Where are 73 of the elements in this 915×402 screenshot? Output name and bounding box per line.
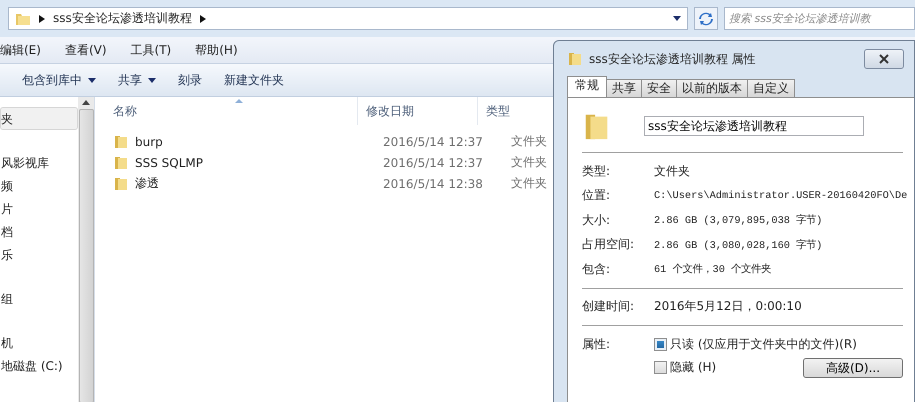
file-date: 2016/5/14 12:37	[382, 134, 484, 148]
column-header[interactable]: 名称	[95, 97, 357, 125]
nav-item[interactable]: 频	[0, 174, 78, 197]
chevron-icon[interactable]	[39, 14, 45, 22]
refresh-button[interactable]	[694, 7, 718, 30]
menu-item[interactable]: 编辑(E)	[0, 42, 41, 58]
property-value: 文件夹	[654, 162, 690, 180]
column-header[interactable]: 类型	[477, 97, 537, 125]
toolbar-button[interactable]: 包含到库中	[22, 70, 96, 90]
property-label: 创建时间:	[582, 298, 636, 316]
property-value: C:\Users\Administrator.USER-20160420FO\De	[654, 190, 908, 202]
tab[interactable]: 共享	[606, 79, 642, 97]
menu-item[interactable]: 帮助(H)	[195, 42, 238, 58]
chevron-icon[interactable]	[200, 14, 206, 22]
property-label: 包含:	[582, 260, 612, 278]
folder-icon	[113, 134, 129, 150]
nav-item[interactable]: 地磁盘 (C:)	[0, 354, 78, 377]
folder-icon	[113, 176, 129, 192]
close-button[interactable]	[864, 49, 904, 69]
file-date: 2016/5/14 12:38	[382, 176, 484, 190]
nav-item[interactable]: 片	[0, 197, 78, 220]
nav-item[interactable]: 组	[0, 287, 78, 310]
nav-item[interactable]: 机	[0, 331, 78, 354]
dialog-title: sss安全论坛渗透培训教程 属性	[589, 50, 756, 68]
file-type: 文件夹	[510, 133, 548, 150]
dropdown-icon[interactable]	[673, 16, 681, 21]
nav-item[interactable]: 夹	[0, 107, 78, 130]
property-label: 位置:	[582, 187, 612, 204]
close-icon[interactable]	[879, 54, 889, 64]
refresh-icon[interactable]	[698, 10, 714, 26]
property-label: 属性:	[582, 336, 612, 353]
folder-icon	[567, 51, 583, 67]
breadcrumb-item[interactable]: sss安全论坛渗透培训教程	[53, 10, 192, 27]
tab[interactable]: 常规	[567, 76, 607, 97]
tab[interactable]: 安全	[641, 79, 677, 97]
caret-icon[interactable]	[88, 78, 96, 82]
toolbar-button[interactable]: 刻录	[178, 70, 202, 90]
file-name: 渗透	[135, 175, 159, 192]
sort-icon	[235, 99, 243, 103]
tab[interactable]: 自定义	[747, 79, 795, 97]
address-bar[interactable]: sss安全论坛渗透培训教程	[8, 7, 688, 30]
nav-item[interactable]: 乐	[0, 243, 78, 266]
tab[interactable]: 以前的版本	[676, 79, 748, 97]
property-label: 大小:	[582, 212, 612, 229]
property-label: 类型:	[582, 162, 612, 180]
file-type: 文件夹	[510, 154, 548, 171]
folder-icon	[113, 154, 129, 170]
toolbar-button[interactable]: 新建文件夹	[224, 70, 284, 90]
file-type: 文件夹	[510, 175, 548, 192]
advanced-button[interactable]: 高级(D)...	[803, 358, 903, 378]
checkbox[interactable]	[654, 338, 667, 351]
checkbox-label: 隐藏 (H)	[670, 359, 716, 376]
property-value: 2016年5月12日，0:00:10	[654, 298, 802, 316]
column-header[interactable]: 修改日期	[357, 97, 477, 125]
checkbox-label: 只读 (仅应用于文件夹中的文件)(R)	[670, 336, 857, 353]
nav-item[interactable]: 档	[0, 220, 78, 243]
property-value: 2.86 GB (3,079,895,038 字节)	[654, 213, 822, 228]
name-field[interactable]: sss安全论坛渗透培训教程	[644, 116, 864, 136]
menu-item[interactable]: 工具(T)	[130, 42, 172, 58]
property-value: 61 个文件，30 个文件夹	[654, 262, 772, 276]
scrollbar[interactable]	[78, 97, 94, 402]
toolbar-button[interactable]: 共享	[118, 70, 156, 90]
checkbox[interactable]	[654, 361, 667, 374]
caret-icon[interactable]	[148, 78, 156, 82]
property-value: 2.86 GB (3,080,028,160 字节)	[654, 238, 822, 252]
file-name: burp	[135, 134, 163, 148]
file-name: SSS SQLMP	[135, 156, 204, 170]
file-date: 2016/5/14 12:37	[382, 156, 484, 170]
menu-item[interactable]: 查看(V)	[64, 42, 107, 58]
search-field[interactable]: 搜索 sss安全论坛渗透培训教	[724, 7, 915, 30]
property-label: 占用空间:	[582, 236, 636, 254]
nav-item[interactable]: 风影视库	[0, 151, 78, 174]
scroll-up-icon[interactable]	[82, 100, 90, 105]
